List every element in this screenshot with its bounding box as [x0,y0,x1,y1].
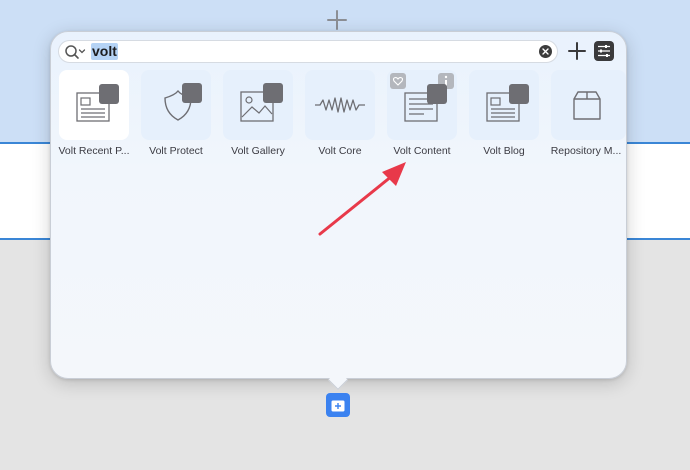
block-item-volt-core[interactable] [305,70,375,140]
block-label: Volt Protect [149,145,203,157]
blog-icon [486,84,529,122]
clear-search-icon[interactable] [539,45,552,58]
block-item-volt-blog[interactable] [469,70,539,140]
block-label: Volt Content [393,145,451,157]
box-icon [573,91,601,120]
heart-icon [393,76,403,86]
add-icon[interactable] [567,41,587,61]
block-item-repository-m[interactable] [551,70,626,140]
sliders-icon[interactable] [594,41,614,61]
block-label: Repository M... [550,145,622,157]
add-block-icon [331,400,345,412]
plus-icon[interactable] [325,8,349,32]
zigzag-icon [315,97,365,113]
content-icon [404,84,447,122]
block-label: Volt Gallery [231,145,285,157]
block-item-volt-content[interactable] [387,70,457,140]
search-input[interactable]: volt [91,43,118,60]
block-item-volt-gallery[interactable] [223,70,293,140]
block-item-volt-recent-posts[interactable] [59,70,129,140]
recent-posts-icon [76,84,119,122]
block-label: Volt Blog [483,145,525,157]
shield-icon [164,83,202,121]
block-appender-button[interactable] [326,393,350,417]
block-inserter-popover: volt Volt Recent P... Volt Protect Volt … [50,31,627,379]
gallery-icon [240,83,283,122]
block-label: Volt Recent P... [58,145,130,157]
search-bar[interactable]: volt [58,40,558,63]
block-label: Volt Core [318,145,362,157]
search-icon[interactable] [64,44,86,60]
block-item-volt-protect[interactable] [141,70,211,140]
